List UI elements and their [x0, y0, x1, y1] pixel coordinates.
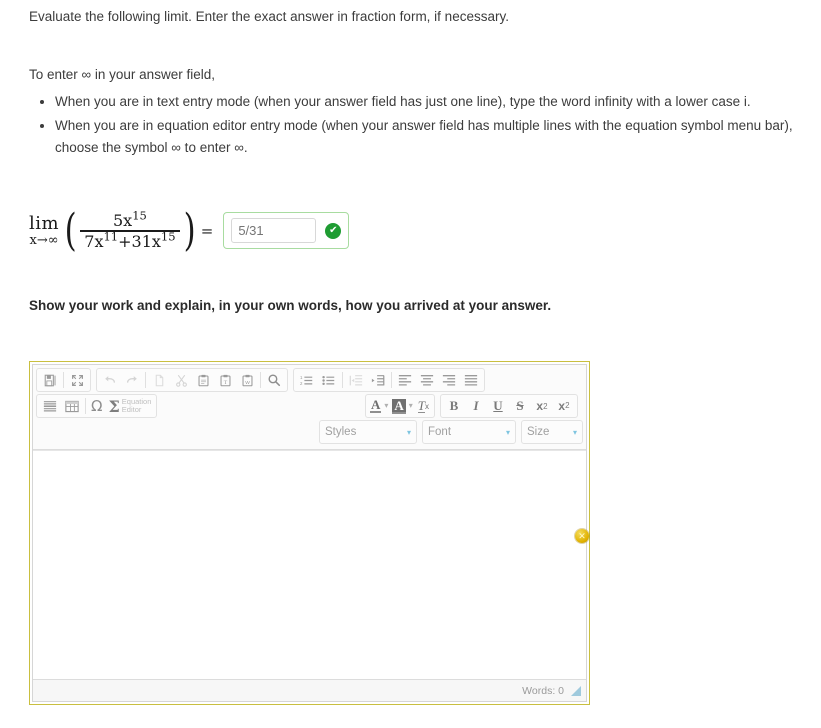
styles-select-label: Styles	[325, 426, 357, 438]
toolbar-separator	[145, 372, 146, 388]
paste-icon[interactable]	[192, 370, 214, 391]
underline-icon[interactable]: U	[487, 396, 509, 417]
toolbar-group-clipboard: T W	[96, 368, 288, 392]
list-item: When you are in equation editor entry mo…	[55, 115, 794, 160]
chevron-down-icon: ▾	[572, 427, 577, 437]
maximize-icon[interactable]	[66, 370, 88, 391]
question-prompt: Evaluate the following limit. Enter the …	[29, 9, 509, 24]
infinity-instructions-intro: To enter ∞ in your answer field,	[29, 67, 215, 82]
ordered-list-icon[interactable]: 12	[296, 370, 318, 391]
toolbar-separator	[391, 372, 392, 388]
toolbar-row-3: Styles ▾ Font ▾ Size ▾	[36, 420, 583, 444]
toolbar-group-document	[36, 368, 91, 392]
toolbar-separator	[342, 372, 343, 388]
font-select[interactable]: Font ▾	[422, 420, 516, 444]
toolbar-group-color: A ▾ A ▾ Tx	[364, 394, 435, 418]
toolbar-group-insert: Ω Σ Equation Editor	[36, 394, 158, 418]
outdent-icon[interactable]	[345, 370, 367, 391]
chevron-down-icon: ▾	[505, 427, 510, 437]
fraction-denominator: 7x11+31x15	[84, 229, 176, 251]
answer-correct-icon: ✔	[325, 222, 342, 239]
italic-icon[interactable]: I	[465, 396, 487, 417]
chevron-down-icon: ▾	[406, 427, 411, 437]
show-work-heading: Show your work and explain, in your own …	[29, 298, 552, 313]
align-left-icon[interactable]	[394, 370, 416, 391]
copy-icon[interactable]	[148, 370, 170, 391]
equals-sign: =	[200, 221, 214, 240]
align-center-icon[interactable]	[416, 370, 438, 391]
toolbar-separator	[260, 372, 261, 388]
size-select-label: Size	[527, 426, 550, 438]
subscript-icon[interactable]: x2	[531, 396, 553, 417]
search-icon[interactable]	[263, 370, 285, 391]
toolbar-group-basicstyles: B I U S x2 x2	[440, 394, 578, 418]
editor-toolbar: T W 12 Ω Σ Equation Editor A ▾ A ▾ T x B…	[33, 365, 586, 450]
sigma-icon: Σ	[108, 396, 120, 416]
special-character-icon[interactable]: Ω	[88, 396, 105, 417]
toolbar-separator	[85, 398, 86, 414]
word-count-label: Words: 0	[522, 684, 564, 697]
text-color-icon[interactable]: A ▾	[368, 398, 390, 413]
close-paren: )	[183, 204, 196, 256]
unordered-list-icon[interactable]	[318, 370, 340, 391]
svg-text:2: 2	[300, 380, 303, 385]
limit-expression: lim x→∞ ( 5x15 7x11+31x15 ) =	[29, 204, 217, 256]
svg-text:T: T	[223, 379, 227, 385]
strikethrough-icon[interactable]: S	[509, 396, 531, 417]
equation-editor-label: Equation Editor	[121, 396, 152, 414]
cut-icon[interactable]	[170, 370, 192, 391]
align-justify-icon[interactable]	[460, 370, 482, 391]
fraction: 5x15 7x11+31x15	[80, 208, 180, 251]
toolbar-separator	[63, 372, 64, 388]
undo-icon[interactable]	[99, 370, 121, 391]
remove-format-icon[interactable]: Tx	[415, 396, 432, 417]
table-icon[interactable]	[61, 396, 83, 417]
toolbar-row-2: Ω Σ Equation Editor A ▾ A ▾ T x B I U S …	[36, 394, 583, 418]
bold-icon[interactable]: B	[443, 396, 465, 417]
paste-as-text-icon[interactable]: T	[214, 370, 236, 391]
superscript-icon[interactable]: x2	[553, 396, 575, 417]
editor-status-bar: Words: 0	[33, 679, 586, 701]
styles-select[interactable]: Styles ▾	[319, 420, 417, 444]
toolbar-group-paragraph: 12	[293, 368, 485, 392]
assignment-page: Evaluate the following limit. Enter the …	[0, 0, 821, 728]
svg-text:W: W	[245, 379, 250, 385]
save-icon[interactable]	[39, 370, 61, 391]
answer-input[interactable]	[231, 218, 317, 244]
comment-marker-icon[interactable]: ✕	[575, 529, 589, 543]
align-right-icon[interactable]	[438, 370, 460, 391]
chevron-down-icon: ▾	[384, 401, 389, 410]
limit-expression-row: lim x→∞ ( 5x15 7x11+31x15 ) = ✔	[29, 204, 350, 256]
redo-icon[interactable]	[121, 370, 143, 391]
open-paren: (	[64, 204, 77, 256]
svg-text:1: 1	[300, 374, 303, 379]
horizontal-rule-icon[interactable]	[39, 396, 61, 417]
list-item: When you are in text entry mode (when yo…	[55, 91, 794, 114]
indent-icon[interactable]	[367, 370, 389, 391]
limit-operator: lim x→∞	[29, 212, 60, 248]
equation-editor-button[interactable]: Σ Equation Editor	[105, 396, 154, 417]
editor-body[interactable]	[33, 450, 586, 679]
resize-handle[interactable]	[571, 685, 581, 696]
rich-text-editor: T W 12 Ω Σ Equation Editor A ▾ A ▾ T x B…	[29, 361, 590, 705]
infinity-instructions-list: When you are in text entry mode (when yo…	[29, 91, 794, 161]
answer-field-wrapper: ✔	[223, 212, 350, 250]
fraction-numerator: 5x15	[112, 208, 147, 230]
font-select-label: Font	[428, 426, 452, 438]
editor-frame: T W 12 Ω Σ Equation Editor A ▾ A ▾ T x B…	[32, 364, 587, 702]
toolbar-row-1: T W 12	[36, 368, 583, 392]
size-select[interactable]: Size ▾	[521, 420, 583, 444]
paste-from-word-icon[interactable]: W	[236, 370, 258, 391]
chevron-down-icon: ▾	[408, 401, 413, 410]
background-color-icon[interactable]: A ▾	[390, 398, 414, 414]
